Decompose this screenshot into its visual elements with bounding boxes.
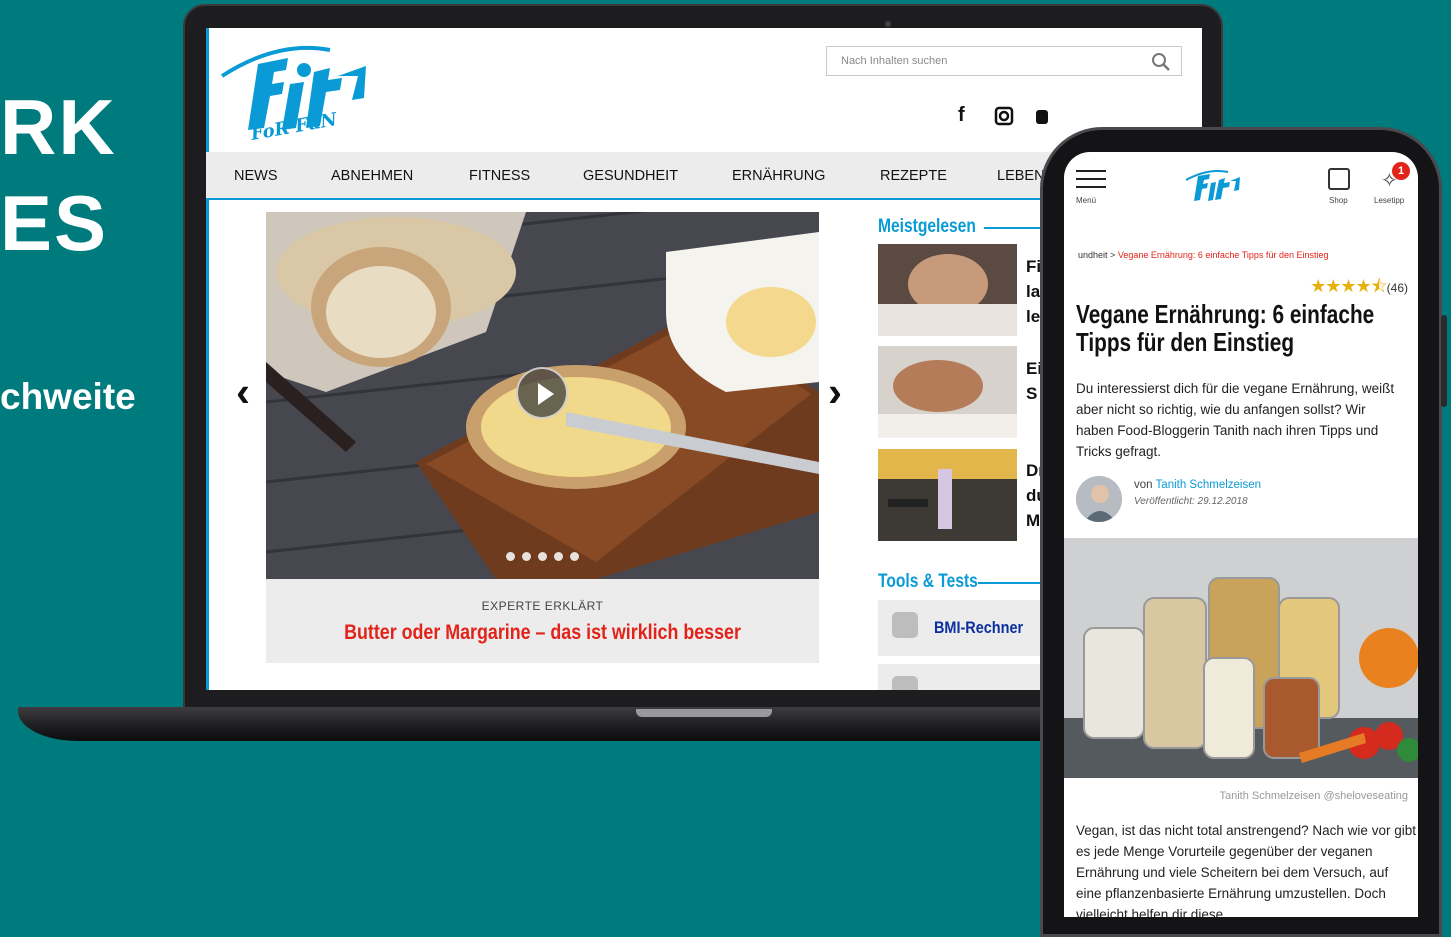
most-read-text-1[interactable]: Fi la le <box>1026 254 1041 329</box>
laptop-notch <box>636 709 772 717</box>
article-body: Vegan, ist das nicht total anstrengend? … <box>1076 823 1416 917</box>
fit-for-fun-logo[interactable] <box>1184 166 1244 211</box>
camera-dot <box>885 21 891 27</box>
nav-gesundheit[interactable]: GESUNDHEIT <box>583 168 678 184</box>
instagram-icon[interactable] <box>994 106 1014 132</box>
hero-kicker: EXPERTE ERKLÄRT <box>481 599 604 613</box>
tool-label: BMI-Rechner <box>934 618 1024 637</box>
carousel-dot[interactable] <box>554 552 563 561</box>
screen-edge <box>206 28 209 690</box>
nav-fitness[interactable]: FITNESS <box>469 168 530 184</box>
breadcrumb-current: Vegane Ernährung: 6 einfache Tipps für d… <box>1117 250 1329 260</box>
photo-credit: Tanith Schmelzeisen @sheloveseating <box>1219 790 1409 802</box>
breadcrumb-prev[interactable]: undheit <box>1078 250 1108 260</box>
carousel-next-button[interactable]: › <box>828 368 842 416</box>
play-icon[interactable] <box>516 367 568 419</box>
shopping-bag-icon[interactable] <box>1328 168 1350 190</box>
most-read-thumb-3[interactable] <box>878 449 1017 541</box>
slide-heading-line1: RK <box>0 83 117 171</box>
breadcrumb-separator: > <box>1110 250 1116 260</box>
carousel-prev-button[interactable]: ‹ <box>236 368 250 416</box>
tips-label: Lesetipp <box>1374 196 1405 205</box>
facebook-icon[interactable]: f <box>958 104 965 127</box>
author-avatar[interactable] <box>1076 476 1122 522</box>
most-read-heading: Meistgelesen <box>878 216 976 237</box>
author-link[interactable]: Tanith Schmelzeisen <box>1156 479 1261 491</box>
nav-rezepte[interactable]: REZEPTE <box>880 168 947 184</box>
search-input[interactable]: Nach Inhalten suchen <box>826 46 1182 76</box>
carousel-dot[interactable] <box>506 552 515 561</box>
notification-badge: 1 <box>1392 162 1410 180</box>
author-line: von Tanith Schmelzeisen <box>1134 479 1262 491</box>
menu-label: Menü <box>1076 196 1097 205</box>
phone-side-button <box>1441 315 1447 407</box>
article-photo[interactable] <box>1064 538 1418 778</box>
search-placeholder: Nach Inhalten suchen <box>841 55 948 67</box>
bmi-calculator-link[interactable]: BMI-Rechner <box>878 600 1048 656</box>
article-lead: Du interessierst dich für die vegane Ern… <box>1076 381 1395 459</box>
carousel-dot[interactable] <box>538 552 547 561</box>
hero-image[interactable] <box>266 212 819 579</box>
nav-news[interactable]: NEWS <box>234 168 278 184</box>
hero-caption[interactable]: EXPERTE ERKLÄRT Butter oder Margarine – … <box>266 579 819 663</box>
nav-abnehmen[interactable]: ABNEHMEN <box>331 168 413 184</box>
slide-heading-line2: ES <box>0 179 109 267</box>
shop-label: Shop <box>1329 196 1348 205</box>
carousel-dots <box>506 552 579 561</box>
tools-heading: Tools & Tests <box>878 571 978 592</box>
nav-leben[interactable]: LEBEN <box>997 168 1045 184</box>
publish-date: Veröffentlicht: 29.12.2018 <box>1134 496 1248 507</box>
slide-subline: chweite <box>0 376 136 417</box>
tool-icon <box>892 676 918 690</box>
fit-for-fun-logo[interactable]: FoR FuN <box>218 36 378 151</box>
carousel-dot[interactable] <box>570 552 579 561</box>
hamburger-menu-icon[interactable] <box>1076 170 1106 194</box>
most-read-thumb-1[interactable] <box>878 244 1017 336</box>
hero-title[interactable]: Butter oder Margarine – das ist wirklich… <box>307 621 777 645</box>
most-read-thumb-2[interactable] <box>878 346 1017 438</box>
search-icon[interactable] <box>1151 52 1171 77</box>
scale-icon <box>892 612 918 638</box>
mobile-screen: Menü Shop ✧ 1 Lesetipp undheit > Vegane … <box>1064 152 1418 917</box>
article-title: Vegane Ernährung: 6 einfache Tipps für d… <box>1076 299 1375 357</box>
rating-count: (46) <box>1386 281 1408 295</box>
tool-link-2[interactable] <box>878 664 1048 690</box>
nav-ernaehrung[interactable]: ERNÄHRUNG <box>732 168 825 184</box>
youtube-icon[interactable] <box>1034 108 1048 131</box>
breadcrumb: undheit > Vegane Ernährung: 6 einfache T… <box>1078 250 1328 260</box>
carousel-dot[interactable] <box>522 552 531 561</box>
